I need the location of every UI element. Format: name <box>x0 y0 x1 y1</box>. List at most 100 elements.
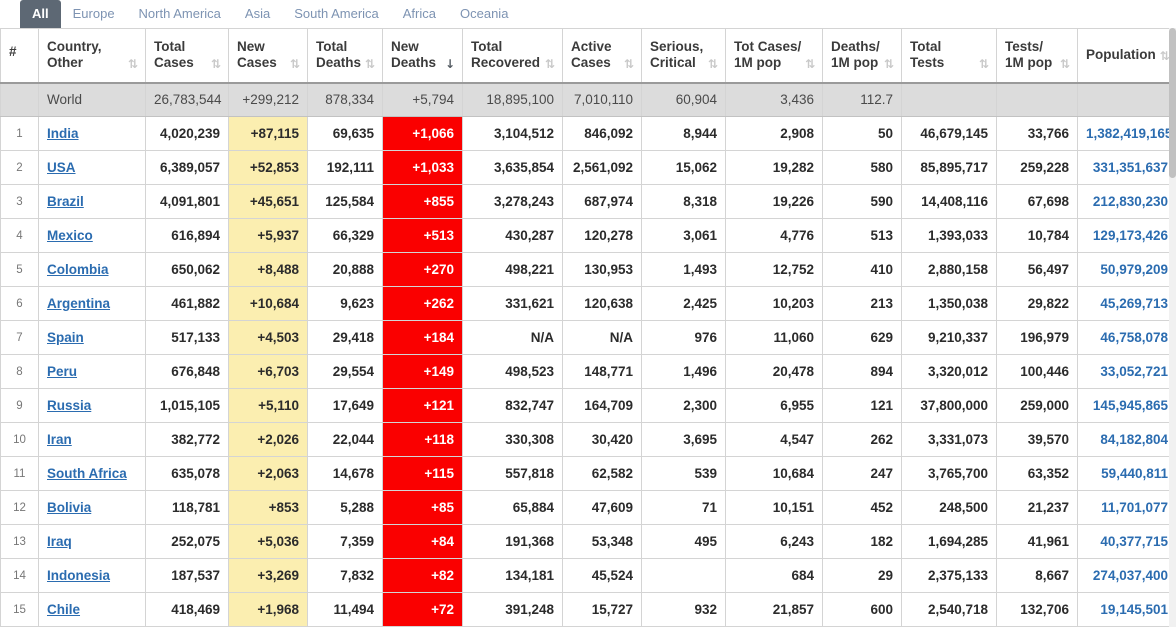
cell-country[interactable]: Brazil <box>39 185 146 219</box>
column-header-deaths_1m[interactable]: Deaths/1M pop⇅ <box>823 29 902 83</box>
sort-toggle-icon[interactable]: ⇅ <box>211 57 220 71</box>
cell-new_cases: +3,269 <box>229 559 308 593</box>
cell-serious_critical: 2,300 <box>642 389 726 423</box>
cell-country[interactable]: Chile <box>39 593 146 627</box>
sort-toggle-icon[interactable]: ⇅ <box>1160 49 1169 63</box>
country-link[interactable]: Brazil <box>47 194 84 209</box>
sort-toggle-icon[interactable]: ⇅ <box>128 57 137 71</box>
cell-total_cases: 650,062 <box>146 253 229 287</box>
sort-toggle-icon[interactable]: ⇅ <box>624 57 633 71</box>
cell-country[interactable]: Bolivia <box>39 491 146 525</box>
cell-country[interactable]: Argentina <box>39 287 146 321</box>
cell-total_cases: 616,894 <box>146 219 229 253</box>
country-link[interactable]: South Africa <box>47 466 127 481</box>
header-line2-tot_cases_1m: 1M pop <box>734 55 801 71</box>
sort-toggle-icon[interactable]: ⇅ <box>979 57 988 71</box>
column-header-population[interactable]: Population⇅ <box>1078 29 1176 83</box>
country-link[interactable]: Indonesia <box>47 568 110 583</box>
cell-active_cases: 30,420 <box>563 423 642 457</box>
cell-country[interactable]: Iran <box>39 423 146 457</box>
sort-toggle-icon[interactable]: ⇅ <box>1060 57 1069 71</box>
country-link[interactable]: Spain <box>47 330 84 345</box>
cell-country[interactable]: India <box>39 117 146 151</box>
column-header-tests_1m[interactable]: Tests/1M pop⇅ <box>997 29 1078 83</box>
country-link[interactable]: Peru <box>47 364 77 379</box>
sort-toggle-icon[interactable]: ⇅ <box>805 57 814 71</box>
column-header-total_cases[interactable]: TotalCases⇅ <box>146 29 229 83</box>
cell-serious_critical: 1,493 <box>642 253 726 287</box>
scrollbar-thumb[interactable] <box>1169 28 1176 178</box>
cell-tot_cases_1m: 4,776 <box>726 219 823 253</box>
header-content-new_deaths: NewDeaths↓ <box>391 39 454 71</box>
cell-active_cases: 846,092 <box>563 117 642 151</box>
cell-country[interactable]: Spain <box>39 321 146 355</box>
column-header-total_deaths[interactable]: TotalDeaths⇅ <box>308 29 383 83</box>
cell-total_tests: 14,408,116 <box>902 185 997 219</box>
country-link[interactable]: Colombia <box>47 262 109 277</box>
stats-table-scroll-container[interactable]: #Country,Other⇅TotalCases⇅NewCases⇅Total… <box>0 28 1176 627</box>
cell-country[interactable]: Colombia <box>39 253 146 287</box>
sort-toggle-icon[interactable]: ⇅ <box>290 57 299 71</box>
cell-total_tests: 46,679,145 <box>902 117 997 151</box>
header-content-total_tests: TotalTests⇅ <box>910 39 988 71</box>
header-line1-country: Country, <box>47 39 102 55</box>
cell-tests_1m: 67,698 <box>997 185 1078 219</box>
tab-south-america[interactable]: South America <box>282 0 391 28</box>
country-link[interactable]: Russia <box>47 398 91 413</box>
cell-population: 1,382,419,165 <box>1078 117 1176 151</box>
country-link[interactable]: Mexico <box>47 228 93 243</box>
cell-total_cases: 635,078 <box>146 457 229 491</box>
column-header-active_cases[interactable]: ActiveCases⇅ <box>563 29 642 83</box>
column-header-total_tests[interactable]: TotalTests⇅ <box>902 29 997 83</box>
cell-new_cases: +2,026 <box>229 423 308 457</box>
column-header-tot_cases_1m[interactable]: Tot Cases/1M pop⇅ <box>726 29 823 83</box>
tab-africa[interactable]: Africa <box>391 0 448 28</box>
country-link[interactable]: USA <box>47 160 76 175</box>
column-header-new_deaths[interactable]: NewDeaths↓ <box>383 29 463 83</box>
tab-europe[interactable]: Europe <box>61 0 127 28</box>
table-row: 6Argentina461,882+10,6849,623+262331,621… <box>1 287 1176 321</box>
header-content-serious_critical: Serious,Critical ⇅ <box>650 39 717 71</box>
cell-country[interactable]: South Africa <box>39 457 146 491</box>
cell-new_cases: +299,212 <box>229 83 308 117</box>
cell-total_recovered: 134,181 <box>463 559 563 593</box>
cell-country[interactable]: Russia <box>39 389 146 423</box>
cell-total_cases: 1,015,105 <box>146 389 229 423</box>
cell-population: 50,979,209 <box>1078 253 1176 287</box>
world-summary-row: World26,783,544+299,212878,334+5,79418,8… <box>1 83 1176 117</box>
country-link[interactable]: Argentina <box>47 296 110 311</box>
sort-toggle-icon[interactable]: ⇅ <box>884 57 893 71</box>
tab-all[interactable]: All <box>20 0 61 28</box>
cell-new_deaths: +118 <box>383 423 463 457</box>
sort-toggle-icon[interactable]: ⇅ <box>708 57 717 71</box>
country-link[interactable]: Chile <box>47 602 80 617</box>
cell-deaths_1m: 262 <box>823 423 902 457</box>
country-link[interactable]: Iraq <box>47 534 72 549</box>
vertical-scrollbar[interactable] <box>1169 28 1176 627</box>
column-header-country[interactable]: Country,Other⇅ <box>39 29 146 83</box>
column-header-new_cases[interactable]: NewCases⇅ <box>229 29 308 83</box>
cell-tot_cases_1m: 11,060 <box>726 321 823 355</box>
country-link[interactable]: India <box>47 126 79 141</box>
sort-toggle-icon[interactable]: ⇅ <box>365 57 374 71</box>
cell-new_deaths: +1,033 <box>383 151 463 185</box>
sort-toggle-icon[interactable]: ⇅ <box>545 57 554 71</box>
tab-oceania[interactable]: Oceania <box>448 0 520 28</box>
sort-desc-active-icon[interactable]: ↓ <box>445 57 454 71</box>
country-link[interactable]: Bolivia <box>47 500 91 515</box>
cell-country[interactable]: Indonesia <box>39 559 146 593</box>
column-header-total_recovered[interactable]: TotalRecovered⇅ <box>463 29 563 83</box>
country-link[interactable]: Iran <box>47 432 72 447</box>
cell-population: 19,145,501 <box>1078 593 1176 627</box>
cell-total_tests: 1,694,285 <box>902 525 997 559</box>
column-header-serious_critical[interactable]: Serious,Critical ⇅ <box>642 29 726 83</box>
header-label-serious_critical: Serious,Critical <box>650 39 703 71</box>
cell-country[interactable]: Iraq <box>39 525 146 559</box>
cell-country[interactable]: Mexico <box>39 219 146 253</box>
cell-total_recovered: 3,278,243 <box>463 185 563 219</box>
tab-north-america[interactable]: North America <box>127 0 233 28</box>
cell-country[interactable]: Peru <box>39 355 146 389</box>
cell-new_cases: +5,110 <box>229 389 308 423</box>
tab-asia[interactable]: Asia <box>233 0 282 28</box>
cell-country[interactable]: USA <box>39 151 146 185</box>
